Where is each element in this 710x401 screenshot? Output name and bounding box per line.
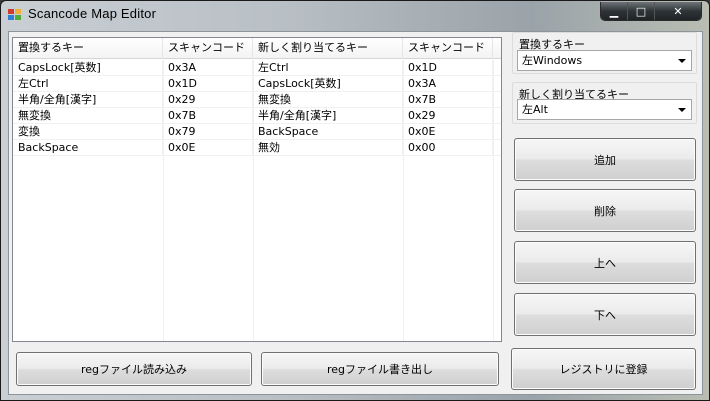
new-key-select[interactable]: 左Alt xyxy=(517,99,692,120)
delete-button[interactable]: 削除 xyxy=(514,189,696,232)
mapping-list[interactable]: 置換するキー スキャンコード 新しく割り当てるキー スキャンコード CapsLo… xyxy=(12,37,502,342)
cell-target-key: 無効 xyxy=(253,140,403,155)
cell-source-key: 左Ctrl xyxy=(13,76,163,91)
read-reg-file-label: regファイル読み込み xyxy=(80,363,188,376)
column-header-source-scancode[interactable]: スキャンコード xyxy=(163,38,253,59)
chevron-down-icon xyxy=(678,59,686,63)
add-button-label: 追加 xyxy=(594,153,616,167)
new-key-value: 左Alt xyxy=(522,103,548,116)
move-down-button[interactable]: 下へ xyxy=(514,293,696,336)
chevron-down-icon xyxy=(678,108,686,112)
list-row[interactable]: 半角/全角[漢字] 0x29 無変換 0x7B xyxy=(13,92,501,108)
list-body: CapsLock[英数] 0x3A 左Ctrl 0x1D 左Ctrl 0x1D … xyxy=(13,60,501,156)
cell-target-scancode: 0x1D xyxy=(403,60,493,75)
title-bar[interactable]: Scancode Map Editor ▁ □ ✕ xyxy=(1,1,709,31)
cell-source-scancode: 0x79 xyxy=(163,124,253,139)
cell-source-key: 半角/全角[漢字] xyxy=(13,92,163,107)
minimize-icon: ▁ xyxy=(609,4,619,18)
move-down-button-label: 下へ xyxy=(594,308,616,322)
cell-source-scancode: 0x29 xyxy=(163,92,253,107)
register-to-registry-button[interactable]: レジストリに登録 xyxy=(511,348,696,390)
app-window: Scancode Map Editor ▁ □ ✕ 置換するキー スキャンコード… xyxy=(0,0,710,401)
list-row[interactable]: 無変換 0x7B 半角/全角[漢字] 0x29 xyxy=(13,108,501,124)
cell-target-scancode: 0x00 xyxy=(403,140,493,155)
cell-target-key: BackSpace xyxy=(253,124,403,139)
column-header-target-key[interactable]: 新しく割り当てるキー xyxy=(253,38,403,59)
cell-target-key: CapsLock[英数] xyxy=(253,76,403,91)
cell-target-key: 左Ctrl xyxy=(253,60,403,75)
register-to-registry-label: レジストリに登録 xyxy=(559,363,648,376)
close-button[interactable]: ✕ xyxy=(655,2,701,20)
cell-source-scancode: 0x0E xyxy=(163,140,253,155)
list-header: 置換するキー スキャンコード 新しく割り当てるキー スキャンコード xyxy=(13,38,501,59)
write-reg-file-button[interactable]: regファイル書き出し xyxy=(261,352,499,386)
client-area: 置換するキー スキャンコード 新しく割り当てるキー スキャンコード CapsLo… xyxy=(8,31,703,395)
move-up-button-label: 上へ xyxy=(594,256,616,270)
cell-target-scancode: 0x3A xyxy=(403,76,493,91)
maximize-button[interactable]: □ xyxy=(628,2,655,20)
cell-target-scancode: 0x29 xyxy=(403,108,493,123)
add-button[interactable]: 追加 xyxy=(514,138,696,181)
move-up-button[interactable]: 上へ xyxy=(514,241,696,284)
replace-key-select[interactable]: 左Windows xyxy=(517,50,692,71)
cell-target-key: 無変換 xyxy=(253,92,403,107)
column-header-target-scancode[interactable]: スキャンコード xyxy=(403,38,493,59)
list-row[interactable]: 左Ctrl 0x1D CapsLock[英数] 0x3A xyxy=(13,76,501,92)
minimize-button[interactable]: ▁ xyxy=(601,2,628,20)
read-reg-file-button[interactable]: regファイル読み込み xyxy=(16,352,252,386)
window-controls: ▁ □ ✕ xyxy=(600,2,702,21)
cell-target-scancode: 0x7B xyxy=(403,92,493,107)
list-row[interactable]: CapsLock[英数] 0x3A 左Ctrl 0x1D xyxy=(13,60,501,76)
cell-source-key: CapsLock[英数] xyxy=(13,60,163,75)
maximize-icon: □ xyxy=(635,4,647,18)
delete-button-label: 削除 xyxy=(594,204,616,218)
cell-source-key: 無変換 xyxy=(13,108,163,123)
replace-key-value: 左Windows xyxy=(522,54,583,67)
cell-target-scancode: 0x0E xyxy=(403,124,493,139)
cell-source-key: 変換 xyxy=(13,124,163,139)
close-icon: ✕ xyxy=(673,4,683,18)
cell-source-key: BackSpace xyxy=(13,140,163,155)
cell-source-scancode: 0x7B xyxy=(163,108,253,123)
app-icon xyxy=(8,9,22,21)
cell-source-scancode: 0x3A xyxy=(163,60,253,75)
window-title: Scancode Map Editor xyxy=(28,6,157,21)
column-header-source-key[interactable]: 置換するキー xyxy=(13,38,163,59)
list-row[interactable]: 変換 0x79 BackSpace 0x0E xyxy=(13,124,501,140)
cell-target-key: 半角/全角[漢字] xyxy=(253,108,403,123)
write-reg-file-label: regファイル書き出し xyxy=(326,363,434,376)
cell-source-scancode: 0x1D xyxy=(163,76,253,91)
list-row[interactable]: BackSpace 0x0E 無効 0x00 xyxy=(13,140,501,156)
